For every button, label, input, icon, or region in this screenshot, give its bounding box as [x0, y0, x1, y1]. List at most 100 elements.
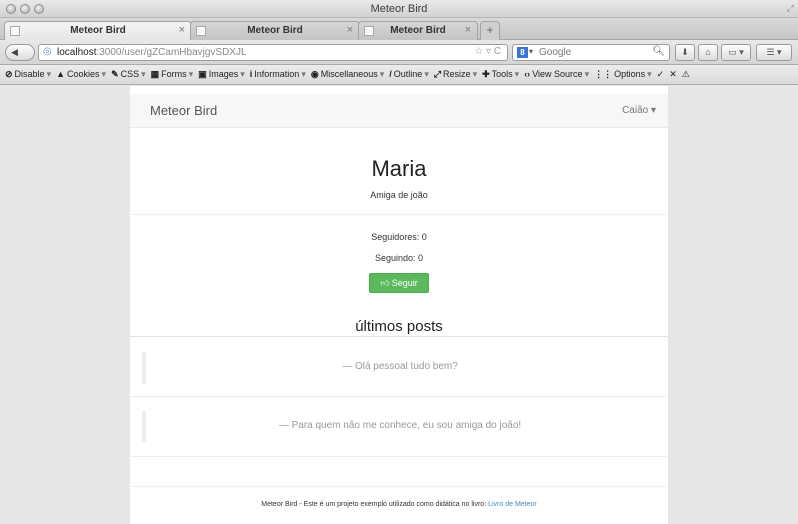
tab-label: Meteor Bird [70, 25, 126, 36]
css-icon: ✎ [111, 69, 119, 79]
url-path: :3000/user/gZCamHbavjgvSDXJL [96, 47, 247, 58]
post-item: — Para quem não me conhece, eu sou amiga… [142, 411, 654, 443]
back-arrow-icon: ◀ [11, 47, 18, 57]
menu-icon: ☰ ▾ [766, 47, 782, 57]
profile-name: Maria [371, 156, 427, 181]
webdev-menu-information[interactable]: i Information ▾ [250, 65, 306, 84]
page-content: Meteor Bird Caião ▾ Maria Amiga de joão … [130, 86, 668, 524]
close-toolbar-icon[interactable]: ✕ [669, 65, 677, 84]
tab-3[interactable]: Meteor Bird × [358, 21, 478, 40]
download-icon: ⬇ [681, 47, 689, 57]
webdev-menu-label: Tools [491, 69, 513, 79]
chevron-down-icon: ▾ [514, 69, 520, 79]
miscellaneous-icon: ◉ [310, 69, 319, 79]
profile-bio: Amiga de joão [370, 190, 428, 200]
chevron-down-icon: ▾ [240, 69, 245, 79]
webdev-menu-label: CSS [120, 69, 140, 79]
webdev-menu-options[interactable]: ⋮⋮ Options ▾ [594, 65, 652, 84]
search-bar[interactable]: 8 ▾ Google 🔍︎ [512, 44, 670, 61]
post-item: — Olá pessoal tudo bem? [142, 352, 654, 384]
information-icon: i [249, 69, 253, 79]
navigation-toolbar: ◀ ◎ localhost:3000/user/gZCamHbavjgvSDXJ… [0, 40, 798, 65]
tab-close-icon[interactable]: × [465, 24, 471, 36]
address-bar[interactable]: ◎ localhost:3000/user/gZCamHbavjgvSDXJL … [38, 44, 508, 61]
screenshot-button[interactable]: ▭ ▾ [721, 44, 751, 61]
search-engine-caret-icon: ▾ [529, 47, 534, 56]
site-brand-link[interactable]: Meteor Bird [150, 103, 217, 118]
chevron-down-icon: ▾ [101, 69, 107, 79]
user-menu-dropdown[interactable]: Caião ▾ [622, 105, 656, 116]
webdev-menu-cookies[interactable]: ▲ Cookies ▾ [56, 65, 106, 84]
webdev-menu-css[interactable]: ✎ CSS ▾ [111, 65, 146, 84]
tools-icon: ✚ [482, 69, 490, 79]
tab-bar: Meteor Bird × Meteor Bird × Meteor Bird … [0, 18, 798, 40]
webdev-menu-outline[interactable]: / Outline ▾ [389, 65, 429, 84]
webdev-menu-forms[interactable]: ▦ Forms ▾ [151, 65, 194, 84]
posts-heading: últimos posts [355, 318, 443, 335]
screen-icon: ▭ ▾ [728, 47, 744, 57]
web-developer-toolbar: ⊘ Disable ▾ ▲ Cookies ▾ ✎ CSS ▾ ▦ Forms ▾ ▣ Images ▾ i I… [0, 65, 798, 85]
back-button[interactable]: ◀ [5, 44, 35, 61]
tab-close-icon[interactable]: × [179, 24, 185, 36]
site-navbar: Meteor Bird Caião ▾ [130, 94, 668, 128]
cookies-icon: ▲ [56, 69, 66, 79]
search-placeholder: Google [539, 47, 572, 58]
chevron-down-icon: ▾ [46, 69, 52, 79]
globe-icon: ◎ [43, 46, 52, 57]
tab-1[interactable]: Meteor Bird × [4, 21, 192, 40]
webdev-menu-label: Resize [443, 69, 471, 79]
checkmark-icon[interactable]: ✓ [657, 65, 665, 84]
images-icon: ▣ [198, 69, 207, 79]
divider [130, 486, 668, 487]
follow-button-label: Seguir [391, 278, 418, 288]
footer-book-link[interactable]: Livro de Meteor [488, 501, 537, 508]
webdev-menu-label: View Source [532, 69, 583, 79]
webdev-menu-tools[interactable]: ✚ Tools ▾ [482, 65, 519, 84]
footer-text: Meteor Bird - Este é um projeto exemplo … [261, 501, 489, 508]
fullscreen-icon[interactable]: ⤢ [787, 3, 794, 14]
post-text: — Olá pessoal tudo bem? [342, 361, 458, 372]
webdev-menu-miscellaneous[interactable]: ◉ Miscellaneous ▾ [311, 65, 384, 84]
search-engine-icon[interactable]: 8 [517, 47, 528, 58]
options-icon: ⋮⋮ [594, 69, 613, 79]
url-host: localhost [57, 47, 97, 58]
outline-icon: / [389, 69, 392, 79]
home-button[interactable]: ⌂ [698, 44, 718, 61]
webdev-menu-label: Cookies [67, 69, 100, 79]
view-source-icon: ‹› [524, 69, 531, 79]
webdev-menu-label: Options [614, 69, 646, 79]
warning-icon[interactable]: ⚠ [682, 65, 690, 84]
chevron-down-icon: ▾ [188, 69, 194, 79]
webdev-menu-label: Outline [393, 69, 423, 79]
chevron-down-icon: ▾ [424, 69, 429, 79]
webdev-menu-disable[interactable]: ⊘ Disable ▾ [5, 65, 51, 84]
window-titlebar: Meteor Bird ⤢ [0, 0, 798, 18]
download-button[interactable]: ⬇ [675, 44, 695, 61]
tab-2[interactable]: Meteor Bird × [190, 21, 360, 40]
tab-label: Meteor Bird [247, 25, 303, 36]
tab-close-icon[interactable]: × [347, 24, 353, 36]
chevron-down-icon: ▾ [141, 69, 146, 79]
webdev-menu-label: Information [254, 69, 300, 79]
following-count: Seguindo: 0 [374, 253, 424, 263]
chevron-down-icon: ▾ [584, 69, 590, 79]
webdev-menu-images[interactable]: ▣ Images ▾ [198, 65, 245, 84]
home-icon: ⌂ [705, 47, 711, 57]
tab-label: Meteor Bird [390, 25, 446, 36]
webdev-menu-view-source[interactable]: ‹› View Source ▾ [524, 65, 589, 84]
webdev-menu-resize[interactable]: ⤢ Resize ▾ [434, 65, 477, 84]
menu-button[interactable]: ☰ ▾ [756, 44, 792, 61]
webdev-menu-label: Miscellaneous [320, 69, 378, 79]
webdev-menu-label: Images [208, 69, 239, 79]
divider [130, 456, 668, 457]
forms-icon: ▦ [150, 69, 160, 79]
search-icon[interactable]: 🔍︎ [652, 46, 665, 57]
url-text: localhost:3000/user/gZCamHbavjgvSDXJL [57, 47, 247, 58]
chevron-down-icon: ▾ [472, 69, 478, 79]
webdev-menu-label: Forms [161, 69, 187, 79]
chevron-down-icon: ▾ [647, 69, 652, 79]
new-tab-button[interactable]: + [480, 21, 500, 40]
bookmark-star-icon[interactable]: ☆ ▿ C [474, 46, 501, 57]
followers-count: Seguidores: 0 [371, 232, 427, 242]
follow-button[interactable]: 👍︎ Seguir [369, 273, 429, 293]
